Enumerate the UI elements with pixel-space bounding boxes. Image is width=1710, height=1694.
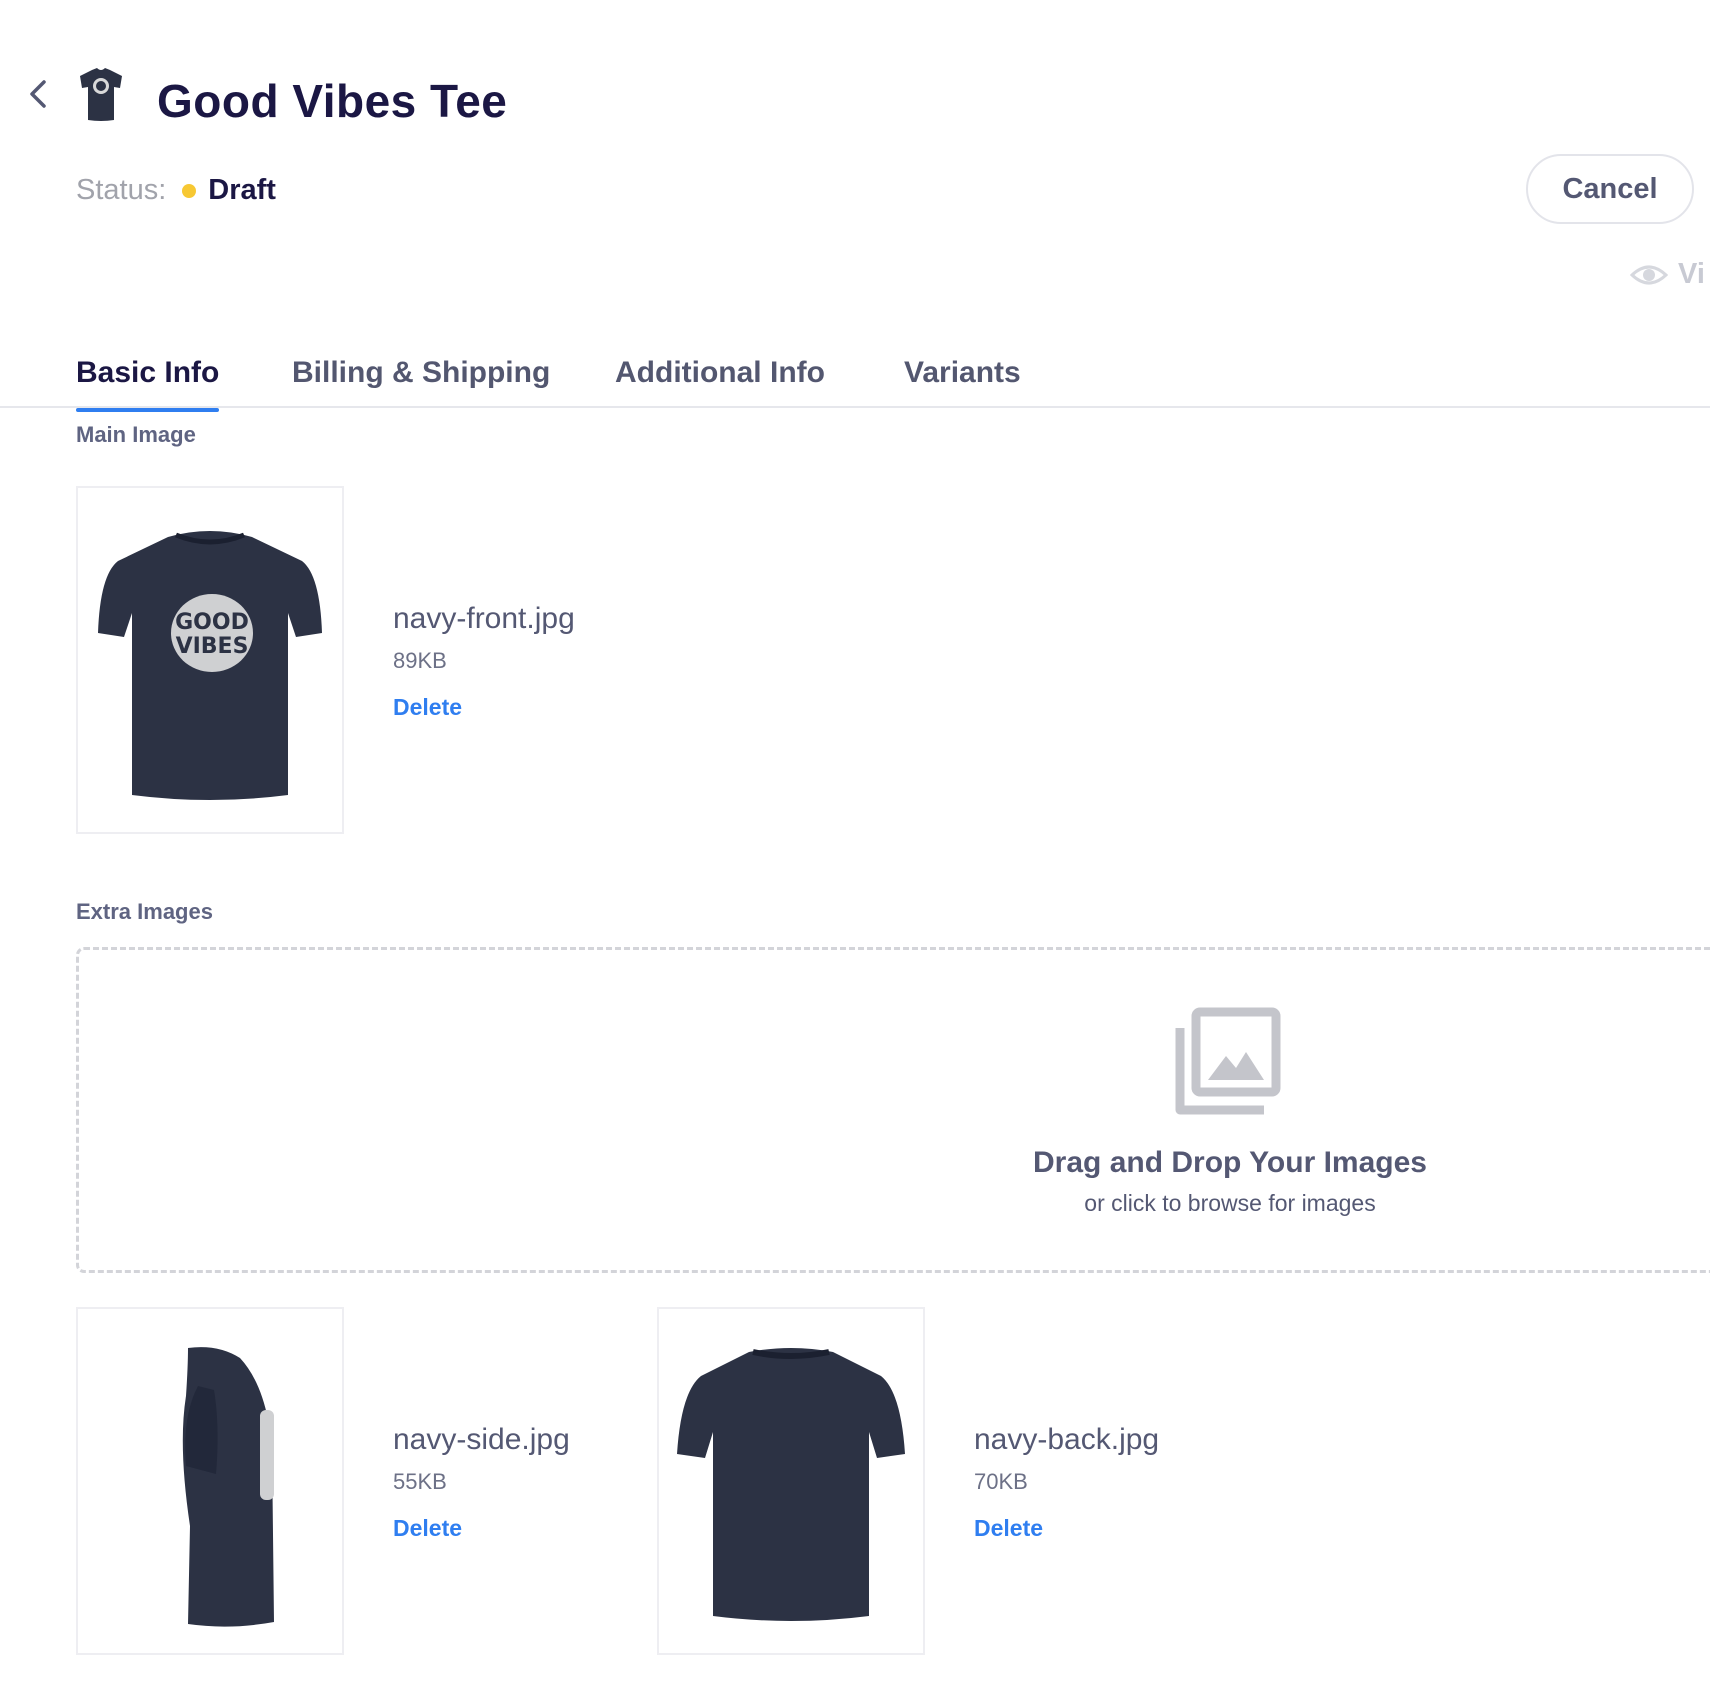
product-thumbnail [80, 68, 122, 121]
main-image-label: Main Image [76, 422, 196, 447]
delete-extra-image-button[interactable]: Delete [393, 1515, 570, 1542]
page-title: Good Vibes Tee [157, 75, 508, 127]
extra-image-info: navy-back.jpg 70KB Delete [974, 1423, 1159, 1542]
status-value: Draft [208, 174, 276, 206]
file-size: 55KB [393, 1469, 447, 1494]
file-size: 70KB [974, 1469, 1028, 1494]
extra-images-label: Extra Images [76, 899, 213, 924]
view-link[interactable]: Vi [1630, 258, 1705, 291]
tshirt-front-image: GOOD VIBES [98, 531, 322, 800]
tshirt-graphic-text-top: GOOD [175, 610, 249, 635]
tshirt-side-image [182, 1347, 274, 1627]
eye-icon [1630, 265, 1668, 284]
main-image-info: navy-front.jpg 89KB Delete [393, 602, 575, 721]
status-dot [182, 183, 197, 198]
extra-image-thumbnail[interactable] [76, 1307, 344, 1655]
main-image-thumbnail[interactable]: GOOD VIBES [76, 486, 344, 834]
view-label: Vi [1678, 258, 1705, 290]
tab-billing-shipping[interactable]: Billing & Shipping [292, 356, 550, 406]
status-label: Status: [76, 174, 167, 206]
extra-image-info: navy-side.jpg 55KB Delete [393, 1423, 570, 1542]
image-dropzone[interactable] [76, 947, 1710, 1273]
file-size: 89KB [393, 648, 447, 673]
status-row: Status: Draft [76, 174, 276, 207]
tab-additional-info[interactable]: Additional Info [615, 356, 825, 406]
dropzone-subtitle: or click to browse for images [1084, 1190, 1376, 1216]
back-button[interactable] [22, 78, 54, 110]
extra-image-thumbnail[interactable] [657, 1307, 925, 1655]
delete-extra-image-button[interactable]: Delete [974, 1515, 1159, 1542]
tshirt-back-image [677, 1348, 905, 1621]
tab-basic-info[interactable]: Basic Info [76, 356, 220, 412]
chevron-left-icon [30, 80, 46, 108]
tshirt-graphic-text-bottom: VIBES [176, 634, 249, 659]
image-gallery-icon [1175, 1007, 1281, 1115]
tab-bar: Basic Info Billing & Shipping Additional… [0, 350, 1710, 412]
delete-main-image-button[interactable]: Delete [393, 694, 575, 721]
file-name: navy-front.jpg [393, 602, 575, 635]
cancel-button[interactable]: Cancel [1526, 154, 1694, 224]
tab-variants[interactable]: Variants [904, 356, 1021, 406]
file-name: navy-side.jpg [393, 1423, 570, 1456]
file-name: navy-back.jpg [974, 1423, 1160, 1456]
dropzone-title: Drag and Drop Your Images [1033, 1146, 1427, 1179]
